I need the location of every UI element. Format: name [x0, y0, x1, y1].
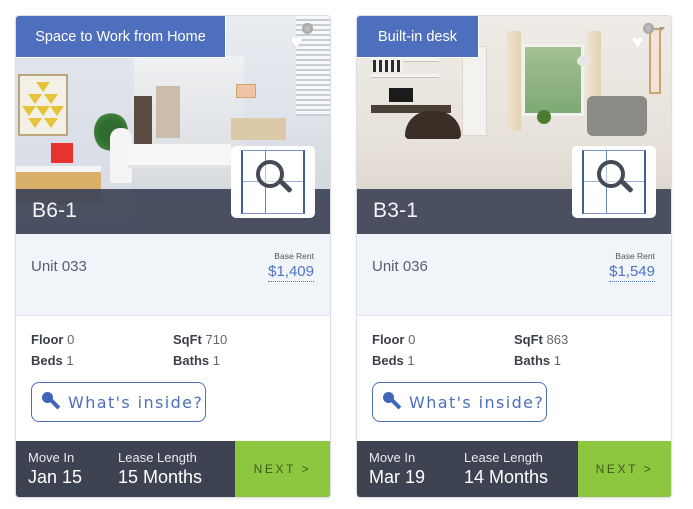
rent-row: Unit 033 Base Rent $1,409: [16, 234, 330, 316]
favorite-button[interactable]: ♥: [290, 22, 320, 53]
spec-baths-label: Baths: [514, 353, 551, 368]
card-footer: Move In Mar 19 Lease Length 14 Months NE…: [357, 441, 671, 497]
lease-length-value: 14 Months: [464, 467, 549, 487]
feature-tag: Space to Work from Home: [16, 16, 226, 58]
lease-length: Lease Length 15 Months: [118, 450, 202, 488]
unit-number: Unit 036: [372, 258, 428, 275]
next-button[interactable]: NEXT >: [578, 441, 671, 497]
base-rent-label: Base Rent: [274, 251, 314, 261]
spec-sqft: SqFt 863: [514, 332, 568, 347]
spec-beds-label: Beds: [31, 353, 63, 368]
base-rent-value[interactable]: $1,549: [609, 263, 655, 282]
lease-length: Lease Length 14 Months: [464, 450, 548, 488]
whats-inside-button[interactable]: What's inside?: [31, 382, 206, 422]
spec-floor-value: 0: [408, 332, 416, 347]
spec-baths: Baths 1: [514, 353, 561, 368]
spec-baths-value: 1: [553, 353, 561, 368]
spec-floor: Floor 0: [372, 332, 415, 347]
spec-beds-label: Beds: [372, 353, 404, 368]
lease-length-value: 15 Months: [118, 467, 203, 487]
spec-floor-label: Floor: [372, 332, 405, 347]
whats-inside-label: What's inside?: [409, 392, 545, 412]
spec-baths-label: Baths: [173, 353, 210, 368]
key-icon: [40, 391, 62, 413]
spec-sqft: SqFt 710: [173, 332, 227, 347]
spec-sqft-value: 863: [546, 332, 569, 347]
spec-baths-value: 1: [212, 353, 220, 368]
rent-row: Unit 036 Base Rent $1,549: [357, 234, 671, 316]
base-rent-label: Base Rent: [615, 251, 655, 261]
base-rent-value[interactable]: $1,409: [268, 263, 314, 282]
spec-floor-label: Floor: [31, 332, 64, 347]
floorplan-thumbnail[interactable]: [572, 146, 656, 218]
move-in: Move In Mar 19: [369, 450, 425, 488]
feature-tag: Built-in desk: [357, 16, 479, 58]
base-rent: Base Rent $1,409: [268, 251, 314, 282]
spec-beds-value: 1: [66, 353, 74, 368]
floorplan-thumbnail[interactable]: [231, 146, 315, 218]
whats-inside-label: What's inside?: [68, 392, 204, 412]
spec-floor-value: 0: [67, 332, 75, 347]
move-in-date: Jan 15: [28, 467, 83, 487]
heart-icon[interactable]: ♥: [290, 31, 303, 53]
key-icon: [381, 391, 403, 413]
unit-photo[interactable]: Space to Work from Home ♥ B6-1: [16, 16, 330, 234]
wall-art: [18, 74, 68, 136]
unit-code: B6-1: [32, 199, 78, 222]
spec-sqft-value: 710: [205, 332, 228, 347]
favorite-button[interactable]: ♥: [631, 22, 665, 53]
spec-baths: Baths 1: [173, 353, 220, 368]
move-in-label: Move In: [369, 450, 416, 465]
spec-sqft-label: SqFt: [173, 332, 202, 347]
move-in-date: Mar 19: [369, 467, 426, 487]
unit-photo[interactable]: Built-in desk ♥ B3-1: [357, 16, 671, 234]
lease-length-label: Lease Length: [118, 450, 197, 465]
spec-beds-value: 1: [407, 353, 415, 368]
unit-code: B3-1: [373, 199, 419, 222]
spec-beds: Beds 1: [31, 353, 74, 368]
next-button[interactable]: NEXT >: [235, 441, 330, 497]
spec-floor: Floor 0: [31, 332, 74, 347]
move-in: Move In Jan 15: [28, 450, 82, 488]
card-footer: Move In Jan 15 Lease Length 15 Months NE…: [16, 441, 330, 497]
base-rent: Base Rent $1,549: [609, 251, 655, 282]
spec-beds: Beds 1: [372, 353, 415, 368]
unit-card: Built-in desk ♥ B3-1 Unit 036 Base Rent …: [356, 15, 672, 498]
unit-number: Unit 033: [31, 258, 87, 275]
unit-card: Space to Work from Home ♥ B6-1 Unit 033 …: [15, 15, 331, 498]
heart-icon[interactable]: ♥: [631, 31, 644, 53]
spec-sqft-label: SqFt: [514, 332, 543, 347]
whats-inside-button[interactable]: What's inside?: [372, 382, 547, 422]
move-in-label: Move In: [28, 450, 75, 465]
caret-down-icon: [659, 27, 665, 31]
lease-length-label: Lease Length: [464, 450, 543, 465]
